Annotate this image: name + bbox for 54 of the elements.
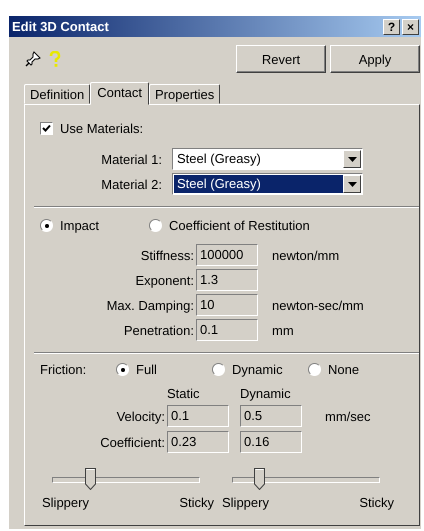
field-label: Material 1: xyxy=(100,152,162,166)
radio-button[interactable] xyxy=(149,219,162,232)
unit-label: newton-sec/mm xyxy=(271,298,365,312)
field-label: Material 2: xyxy=(100,176,162,192)
input-field[interactable]: 0.1 xyxy=(167,405,229,427)
radio-button[interactable] xyxy=(116,363,129,376)
radio-label: Dynamic xyxy=(232,362,283,377)
caret-icon xyxy=(348,156,356,162)
close-button[interactable]: × xyxy=(402,18,419,34)
input-field[interactable]: 0.23 xyxy=(167,431,229,453)
field-label: Coefficient: xyxy=(99,434,165,450)
help-button[interactable]: ? xyxy=(383,18,400,34)
caret-icon xyxy=(348,182,356,186)
radio-button[interactable] xyxy=(308,363,321,376)
column-header: Dynamic xyxy=(240,386,292,401)
material-dropdown[interactable]: Steel (Greasy) xyxy=(172,148,363,170)
checkbox[interactable] xyxy=(40,122,53,135)
field-label: Stiffness: xyxy=(140,248,194,262)
checkbox-label: Use Materials: xyxy=(60,121,144,136)
field-label: Exponent: xyxy=(134,272,194,288)
field-label: Velocity: xyxy=(116,408,165,424)
radio-label: Full xyxy=(136,362,157,377)
unit-label: mm xyxy=(271,322,295,338)
radio-label: Coefficient of Restitution xyxy=(169,218,310,233)
slider-label: Slippery xyxy=(42,495,89,510)
tab[interactable]: Properties xyxy=(149,84,220,104)
unit-label: newton/mm xyxy=(271,248,340,262)
radio-button[interactable] xyxy=(212,363,225,376)
tab[interactable]: Contact xyxy=(90,82,150,105)
input-field[interactable]: 0.1 xyxy=(196,319,258,341)
input-field[interactable]: 100000 xyxy=(196,244,258,266)
radio-label: Impact xyxy=(60,218,100,233)
slider-label: Sticky xyxy=(359,495,394,510)
friction-label: Friction: xyxy=(40,362,88,377)
slider-thumb[interactable] xyxy=(254,468,266,490)
input-field[interactable]: 0.5 xyxy=(240,405,302,427)
input-field[interactable]: 10 xyxy=(196,294,258,316)
unit-label: mm/sec xyxy=(324,408,372,424)
field-label: Max. Damping: xyxy=(106,298,194,312)
field-label: Penetration: xyxy=(122,322,194,338)
input-field[interactable]: 0.16 xyxy=(240,431,302,453)
column-header: Static xyxy=(167,386,201,401)
window-title: Edit 3D Contact xyxy=(12,19,110,34)
slider-label: Sticky xyxy=(179,495,214,510)
slider-thumb[interactable] xyxy=(84,468,96,490)
dialog-button[interactable]: Revert xyxy=(236,45,326,73)
pin-icon[interactable] xyxy=(25,51,41,67)
dialog-button[interactable]: Apply xyxy=(330,45,420,73)
tab[interactable]: Definition xyxy=(24,84,90,104)
input-field[interactable]: 1.3 xyxy=(196,269,258,291)
material-dropdown[interactable]: Steel (Greasy) xyxy=(172,173,363,195)
radio-label: None xyxy=(328,362,360,377)
radio-button[interactable] xyxy=(40,219,53,232)
slider-label: Slippery xyxy=(222,495,269,510)
